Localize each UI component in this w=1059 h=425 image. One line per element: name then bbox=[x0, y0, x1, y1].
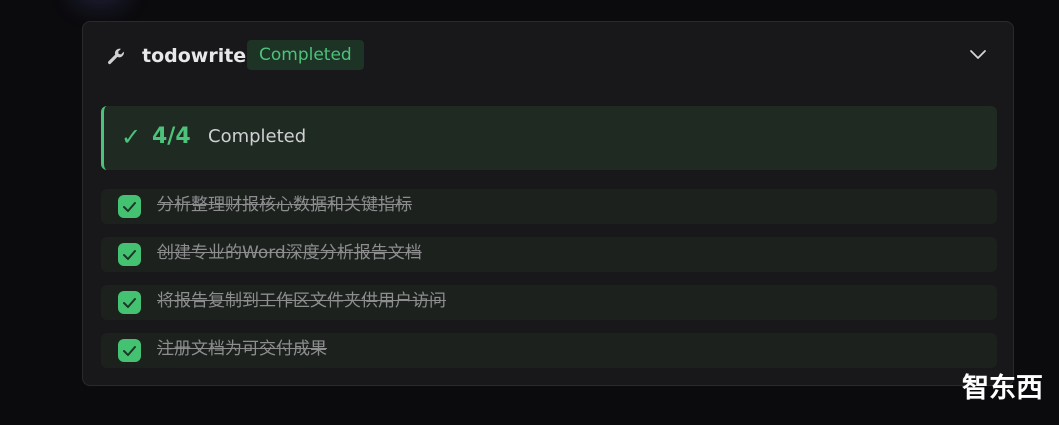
todo-count: 4/4 bbox=[152, 124, 191, 149]
todo-item: 注册文档为可交付成果 bbox=[101, 333, 997, 368]
checkbox-checked-icon[interactable] bbox=[118, 339, 141, 362]
todo-item: 分析整理财报核心数据和关键指标 bbox=[101, 189, 997, 224]
chevron-down-icon[interactable] bbox=[969, 48, 987, 60]
checkmark-icon: ✓ bbox=[121, 123, 142, 151]
watermark-logo: 智东西 bbox=[962, 373, 1043, 404]
wrench-icon bbox=[107, 48, 124, 65]
tool-call-card: todowrite Completed ✓ 4/4 Completed 分析整理… bbox=[82, 21, 1014, 386]
tool-call-header[interactable]: todowrite Completed bbox=[83, 22, 1013, 92]
checkbox-checked-icon[interactable] bbox=[118, 243, 141, 266]
todo-summary: ✓ 4/4 Completed bbox=[101, 106, 997, 170]
todo-text: 分析整理财报核心数据和关键指标 bbox=[157, 195, 412, 215]
todo-item: 将报告复制到工作区文件夹供用户访问 bbox=[101, 285, 997, 320]
checkbox-checked-icon[interactable] bbox=[118, 195, 141, 218]
summary-label: Completed bbox=[208, 126, 307, 147]
status-badge: Completed bbox=[247, 40, 364, 70]
todo-item: 创建专业的Word深度分析报告文档 bbox=[101, 237, 997, 272]
todo-text: 将报告复制到工作区文件夹供用户访问 bbox=[157, 291, 446, 311]
checkbox-checked-icon[interactable] bbox=[118, 291, 141, 314]
todo-text: 注册文档为可交付成果 bbox=[157, 339, 327, 359]
background-glow bbox=[70, 0, 130, 10]
todo-text: 创建专业的Word深度分析报告文档 bbox=[157, 243, 422, 263]
tool-name: todowrite bbox=[142, 45, 247, 67]
